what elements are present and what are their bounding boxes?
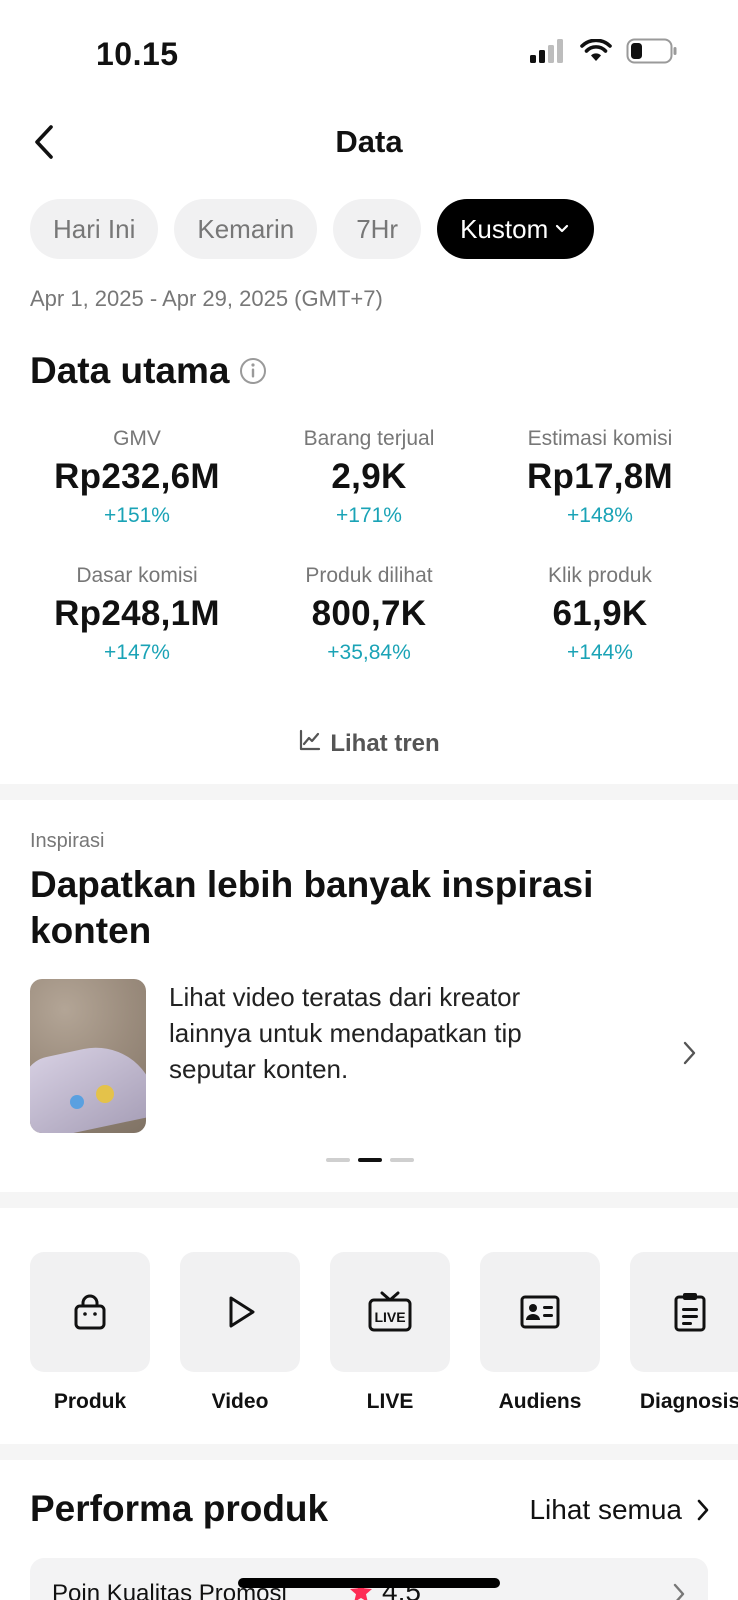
metric-change: +35,84% [327, 641, 411, 664]
shortcut-video[interactable]: Video [180, 1252, 300, 1414]
performance-title: Performa produk [30, 1488, 329, 1529]
chip-label: 7Hr [356, 213, 399, 244]
home-indicator [238, 1578, 500, 1588]
chip-today[interactable]: Hari Ini [30, 199, 159, 259]
metric-value: 800,7K [311, 594, 427, 633]
see-all-label: Lihat semua [529, 1494, 682, 1525]
inspiration-thumbnail [30, 979, 146, 1133]
svg-text:LIVE: LIVE [374, 1309, 405, 1325]
shortcut-tile: LIVE [330, 1252, 450, 1372]
metric-label: Dasar komisi [76, 564, 198, 587]
chip-label: Hari Ini [53, 213, 136, 244]
shortcut-tile [30, 1252, 150, 1372]
info-icon[interactable] [239, 357, 267, 385]
chevron-right-icon [697, 1499, 709, 1521]
metric-change: +171% [336, 504, 402, 527]
shortcut-tile [180, 1252, 300, 1372]
chevron-down-icon [554, 223, 570, 235]
status-bar: 10.15 [0, 0, 738, 100]
chip-label: Kemarin [197, 213, 295, 244]
metric-label: Estimasi komisi [527, 427, 673, 450]
shortcut-label: Diagnosis [639, 1390, 738, 1413]
page-title: Data [335, 124, 403, 159]
metric-change: +147% [104, 641, 170, 664]
see-all-button[interactable]: Lihat semua [529, 1494, 710, 1526]
shortcut-label: LIVE [366, 1390, 414, 1413]
pager-dot[interactable] [390, 1158, 414, 1162]
metric-change: +151% [104, 504, 170, 527]
inspiration-card[interactable]: Lihat video teratas dari kreator lainnya… [30, 979, 714, 1133]
section-title: Data utama [30, 350, 230, 391]
trend-chart-icon [298, 728, 322, 759]
chip-custom[interactable]: Kustom [437, 199, 595, 259]
carousel-pager [326, 1158, 414, 1162]
metric-label: Klik produk [548, 564, 652, 587]
pager-dot[interactable] [326, 1158, 350, 1162]
shortcut-tile [480, 1252, 600, 1372]
shortcut-audience[interactable]: Audiens [480, 1252, 600, 1414]
metric-items-sold[interactable]: Barang terjual 2,9K +171% [244, 426, 494, 530]
status-time: 10.15 [96, 36, 179, 72]
battery-icon [626, 38, 678, 69]
shortcut-products[interactable]: Produk [30, 1252, 150, 1414]
metric-change: +148% [567, 504, 633, 527]
metric-product-clicks[interactable]: Klik produk 61,9K +144% [475, 563, 725, 667]
inspiration-card-text: Lihat video teratas dari kreator lainnya… [169, 982, 522, 1084]
chip-label: Kustom [460, 213, 549, 244]
metric-value: 2,9K [331, 457, 407, 496]
main-data-header: Data utama [30, 350, 267, 392]
shortcut-label: Video [211, 1390, 269, 1413]
app-screen: 10.15 Data Hari Ini Kemarin 7Hr Kustom A… [0, 0, 738, 1600]
inspiration-kicker: Inspirasi [30, 830, 105, 852]
wifi-icon [580, 38, 612, 68]
metric-value: Rp248,1M [54, 594, 220, 633]
play-icon [229, 1296, 255, 1328]
shortcut-tile [630, 1252, 738, 1372]
signal-icon [530, 39, 566, 68]
metric-label: Barang terjual [303, 427, 435, 450]
metric-commission-base[interactable]: Dasar komisi Rp248,1M +147% [12, 563, 262, 667]
section-divider [0, 1444, 738, 1460]
chip-7days[interactable]: 7Hr [333, 199, 422, 259]
metric-row: GMV Rp232,6M +151% Barang terjual 2,9K +… [0, 426, 738, 563]
section-divider [0, 784, 738, 800]
metric-gmv[interactable]: GMV Rp232,6M +151% [12, 426, 262, 530]
id-card-icon [520, 1295, 560, 1329]
live-tv-icon: LIVE [368, 1291, 412, 1332]
metric-label: GMV [113, 427, 161, 450]
metric-product-views[interactable]: Produk dilihat 800,7K +35,84% [244, 563, 494, 667]
pager-dot-active[interactable] [358, 1158, 382, 1162]
shopping-bag-icon [74, 1294, 106, 1330]
metric-est-commission[interactable]: Estimasi komisi Rp17,8M +148% [475, 426, 725, 530]
inspiration-title: Dapatkan lebih banyak inspirasi konten [30, 864, 594, 951]
status-icons [530, 38, 678, 69]
metric-value: 61,9K [552, 594, 648, 633]
shortcut-diagnosis[interactable]: Diagnosis [630, 1252, 738, 1414]
shortcut-label: Audiens [498, 1390, 582, 1413]
metric-value: Rp17,8M [526, 457, 674, 496]
metric-row: Dasar komisi Rp248,1M +147% Produk dilih… [0, 563, 738, 700]
shortcut-label: Produk [53, 1390, 127, 1413]
metric-label: Produk dilihat [305, 564, 433, 587]
metric-value: Rp232,6M [54, 457, 220, 496]
chevron-right-icon [682, 1039, 698, 1072]
shortcut-live[interactable]: LIVE LIVE [330, 1252, 450, 1414]
clipboard-icon [674, 1293, 706, 1332]
section-divider [0, 1192, 738, 1208]
nav-bar: Data [0, 110, 738, 176]
metric-change: +144% [567, 641, 633, 664]
chevron-right-icon [672, 1582, 686, 1600]
metrics-grid: GMV Rp232,6M +151% Barang terjual 2,9K +… [0, 426, 738, 700]
view-trend-label: Lihat tren [330, 729, 440, 757]
date-range: Apr 1, 2025 - Apr 29, 2025 (GMT+7) [30, 286, 383, 311]
shortcut-row: Produk Video LIVE LIVE Audiens Diagnosis [30, 1252, 738, 1414]
chip-yesterday[interactable]: Kemarin [174, 199, 318, 259]
view-trend-button[interactable]: Lihat tren [0, 728, 738, 759]
period-filter: Hari Ini Kemarin 7Hr Kustom [30, 199, 595, 259]
